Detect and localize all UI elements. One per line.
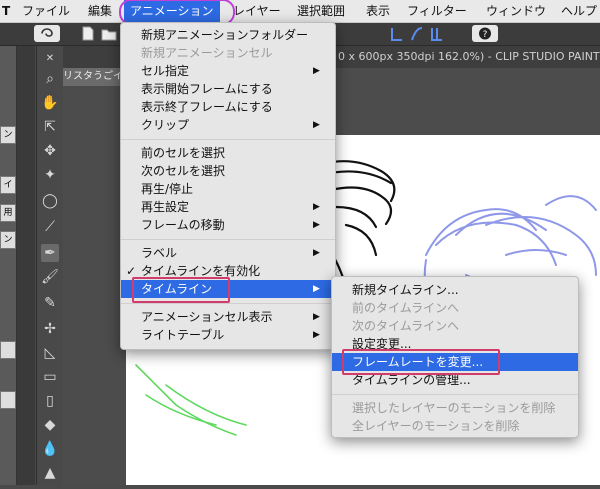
selection-icon[interactable]: ◯ (41, 192, 59, 210)
close-icon[interactable]: ✕ (41, 50, 59, 68)
snap-ruler-icon[interactable] (390, 25, 404, 42)
menu-item-set-end-frame[interactable]: 表示終了フレームにする (121, 98, 335, 116)
menu-item-set-start-frame[interactable]: 表示開始フレームにする (121, 80, 335, 98)
menu-filter[interactable]: フィルター (407, 0, 467, 22)
menu-divider (121, 239, 335, 240)
menu-item-next-timeline: 次のタイムラインへ (352, 319, 460, 333)
new-file-icon[interactable] (80, 25, 96, 42)
menu-item-specify-cel[interactable]: セル指定 ▶ (121, 62, 335, 80)
menu-item-clip[interactable]: クリップ ▶ (121, 116, 335, 134)
gradient-icon[interactable]: ▲ (41, 464, 59, 482)
annotation-box (342, 349, 500, 375)
menu-item-select-previous-cel[interactable]: 前のセルを選択 (121, 144, 335, 162)
blend-icon[interactable]: 💧 (41, 440, 59, 458)
menu-item-delete-all-layer-motion: 全レイヤーのモーションを削除 (352, 419, 520, 433)
menu-divider (121, 139, 335, 140)
menu-item-previous-timeline: 前のタイムラインへ (352, 301, 460, 315)
decoration-icon[interactable]: ✢ (41, 320, 59, 338)
eyedropper-icon[interactable]: ⟋ (41, 218, 59, 236)
menu-bar: T ファイル 編集 アニメーション レイヤー 選択範囲 表示 フィルター ウィン… (0, 0, 600, 23)
menu-edit[interactable]: 編集 (88, 0, 112, 22)
tool-palette: ✕ ⌕ ✋ ⇱ ✥ ✦ ◯ ⟋ ✒ 🖌 ✎ ✢ ◺ ▭ ▯ ◆ 💧 ▲ (36, 46, 64, 485)
zoom-icon[interactable]: ⌕ (41, 70, 59, 88)
hand-icon[interactable]: ✋ (41, 94, 59, 112)
chevron-right-icon: ▶ (313, 120, 320, 130)
menu-selection[interactable]: 選択範囲 (297, 0, 345, 22)
menu-layer[interactable]: レイヤー (233, 0, 281, 22)
zoom-icon[interactable] (0, 341, 16, 359)
text-icon[interactable]: ▭ (41, 368, 59, 386)
panel-tab[interactable]: ン (0, 231, 16, 249)
menu-item-new-animation-folder[interactable]: 新規アニメーションフォルダー (121, 26, 335, 44)
operation-icon[interactable]: ⇱ (41, 118, 59, 136)
menu-divider (121, 303, 335, 304)
document-tab[interactable]: リスタうごイ (63, 68, 123, 86)
menu-item-playback-settings[interactable]: 再生設定 ▶ (121, 198, 335, 216)
open-folder-icon[interactable] (100, 25, 118, 42)
panel-tab[interactable]: ン (0, 126, 16, 144)
document-title: 0 x 600px 350dpi 162.0%) - CLIP STUDIO P… (338, 50, 600, 63)
menu-window[interactable]: ウィンドウ (486, 0, 546, 22)
menu-item-label[interactable]: ラベル ▶ (121, 244, 335, 262)
ruler-icon[interactable]: ◺ (41, 344, 59, 362)
panel-icon[interactable] (0, 391, 16, 409)
menu-item-animation-cel-display[interactable]: アニメーションセル表示 ▶ (121, 308, 335, 326)
sub-tool-column (17, 46, 35, 485)
panel-tab[interactable]: 用 (0, 204, 16, 222)
svg-text:?: ? (483, 30, 488, 40)
auto-select-icon[interactable]: ✦ (41, 166, 59, 184)
menu-app[interactable]: T (2, 0, 10, 22)
help-icon[interactable]: ? (472, 25, 498, 42)
chevron-right-icon: ▶ (313, 220, 320, 230)
airbrush-icon[interactable]: ✎ (41, 294, 59, 312)
brush-icon[interactable]: 🖌 (41, 268, 59, 286)
chevron-right-icon: ▶ (313, 330, 320, 340)
document-tab-label: リスタうごイ (63, 71, 123, 82)
panel-tab[interactable]: イ (0, 176, 16, 194)
annotation-box (132, 277, 230, 303)
menu-item-new-animation-cel: 新規アニメーションセル (141, 46, 273, 60)
menu-view[interactable]: 表示 (366, 0, 390, 22)
menu-divider (332, 394, 578, 395)
eraser-icon[interactable]: ▯ (41, 392, 59, 410)
menu-item-light-table[interactable]: ライトテーブル ▶ (121, 326, 335, 344)
menu-help[interactable]: ヘルプ (561, 0, 597, 22)
snap-special-ruler-icon[interactable] (410, 25, 424, 42)
menu-item-move-frame[interactable]: フレームの移動 ▶ (121, 216, 335, 234)
menu-item-new-timeline[interactable]: 新規タイムライン... (332, 281, 578, 299)
menu-item-delete-selected-layer-motion: 選択したレイヤーのモーションを削除 (352, 401, 556, 415)
chevron-right-icon: ▶ (313, 202, 320, 212)
chevron-right-icon: ▶ (313, 66, 320, 76)
clip-studio-icon[interactable] (34, 25, 60, 42)
left-panel: ン イ 用 ン (0, 46, 17, 485)
pen-icon[interactable]: ✒ (41, 244, 59, 262)
move-icon[interactable]: ✥ (41, 142, 59, 160)
menu-item-play-stop[interactable]: 再生/停止 (121, 180, 335, 198)
chevron-right-icon: ▶ (313, 312, 320, 322)
menu-item-select-next-cel[interactable]: 次のセルを選択 (121, 162, 335, 180)
fill-icon[interactable]: ◆ (41, 416, 59, 434)
chevron-right-icon: ▶ (313, 284, 320, 294)
chevron-right-icon: ▶ (313, 248, 320, 258)
menu-file[interactable]: ファイル (22, 0, 70, 22)
snap-grid-icon[interactable] (430, 25, 444, 42)
